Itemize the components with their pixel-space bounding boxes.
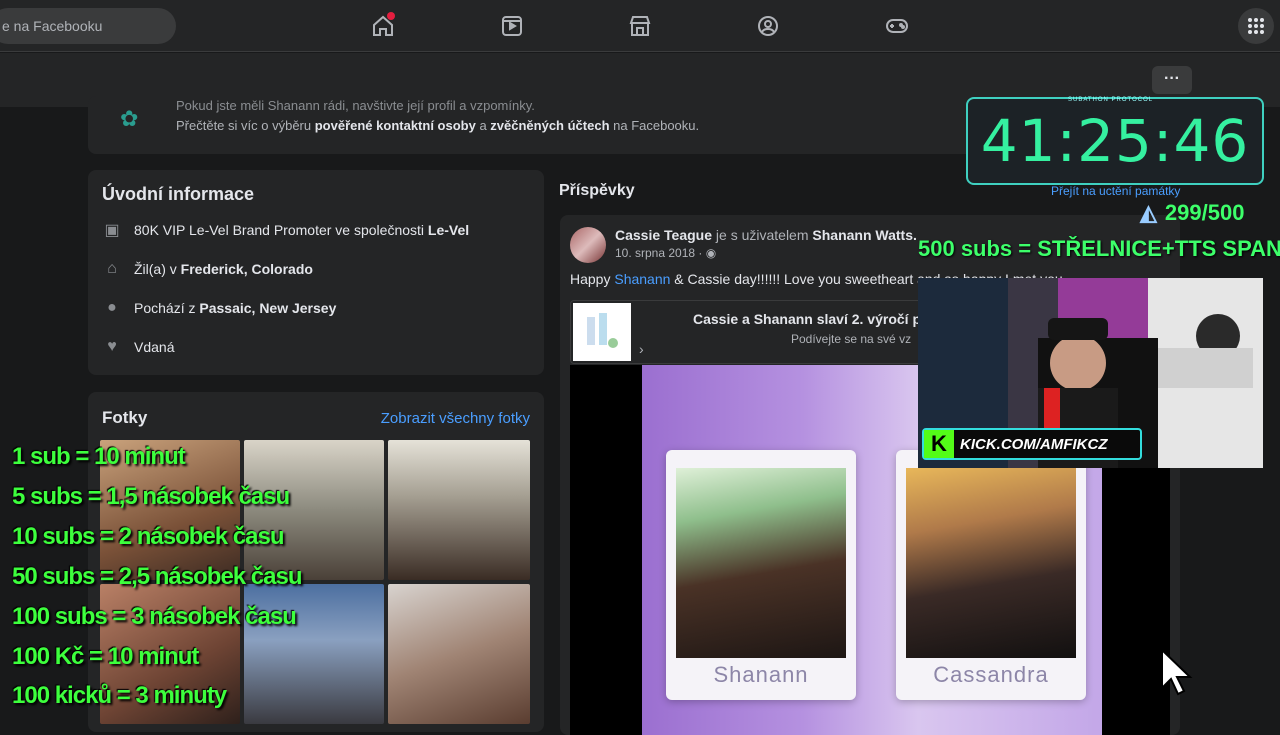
hometown-link[interactable]: Passaic, New Jersey bbox=[199, 300, 336, 316]
location-pin-icon: ● bbox=[107, 299, 117, 316]
rule-line: 10 subs = 2 násobek času bbox=[12, 523, 284, 550]
shark-icon: ◭ bbox=[1140, 200, 1157, 225]
photo-frame-left: Shanann bbox=[666, 450, 856, 700]
kick-url: KICK.COM/AMFIKCZ bbox=[960, 435, 1108, 453]
notification-dot bbox=[387, 12, 395, 20]
memorial-link[interactable]: Přejít na uctění památky bbox=[1051, 184, 1180, 198]
employer-link[interactable]: Le-Vel bbox=[428, 222, 469, 238]
globe-icon: ◉ bbox=[705, 246, 717, 260]
frame-photo bbox=[676, 468, 846, 658]
avatar[interactable] bbox=[570, 227, 606, 263]
shared-thumbnail bbox=[573, 303, 631, 361]
rule-line: 5 subs = 1,5 násobek času bbox=[12, 483, 290, 510]
search-input[interactable]: e na Facebooku bbox=[0, 8, 176, 44]
kick-logo-icon: K bbox=[924, 430, 954, 458]
kick-banner: K KICK.COM/AMFIKCZ bbox=[922, 428, 1142, 460]
rule-line: 50 subs = 2,5 násobek času bbox=[12, 563, 303, 590]
groups-icon[interactable] bbox=[752, 10, 784, 42]
posts-title: Příspěvky bbox=[559, 182, 635, 199]
home-icon: ⌂ bbox=[107, 260, 117, 277]
chevron-right-icon[interactable]: › bbox=[639, 341, 644, 357]
frame-name-left: Shanann bbox=[713, 662, 809, 687]
photo-thumb[interactable] bbox=[388, 440, 530, 580]
post-author-link[interactable]: Cassie Teague bbox=[615, 227, 712, 243]
gaming-icon[interactable] bbox=[881, 10, 913, 42]
top-navigation-bar: e na Facebooku bbox=[0, 0, 1280, 52]
intro-title: Úvodní informace bbox=[102, 184, 255, 204]
post-date[interactable]: 10. srpna 2018 · ◉ bbox=[615, 246, 716, 260]
briefcase-icon: ▣ bbox=[104, 222, 120, 239]
intro-card: Úvodní informace ▣ 80K VIP Le-Vel Brand … bbox=[88, 170, 544, 375]
intro-item-from: ● Pochází z Passaic, New Jersey bbox=[102, 298, 336, 318]
tagged-user-link[interactable]: Shanann Watts. bbox=[812, 227, 917, 243]
see-all-photos-link[interactable]: Zobrazit všechny fotky bbox=[381, 410, 530, 427]
heart-icon: ♥ bbox=[107, 338, 117, 355]
memorial-leaf-icon: ✿ bbox=[120, 106, 139, 131]
rule-line: 100 kicků = 3 minuty bbox=[12, 682, 227, 709]
city-link[interactable]: Frederick, Colorado bbox=[181, 261, 313, 277]
sub-counter: ◭ 299/500 bbox=[1140, 200, 1245, 225]
subathon-timer: SUBATHON PROTOCOL 41:25:46 bbox=[966, 97, 1264, 185]
memorialized-link[interactable]: zvěčněných účtech bbox=[490, 118, 609, 133]
mouse-cursor-icon bbox=[1160, 647, 1196, 701]
frame-name-right: Cassandra bbox=[933, 662, 1049, 687]
memorial-text-1: Pokud jste měli Shanann rádi, navštivte … bbox=[176, 98, 535, 113]
mention-link[interactable]: Shanann bbox=[614, 271, 670, 287]
rule-line: 1 sub = 10 minut bbox=[12, 443, 186, 470]
memorial-text-2: Přečtěte si víc o výběru pověřené kontak… bbox=[176, 118, 700, 133]
photo-frame-right: Cassandra bbox=[896, 450, 1086, 700]
rule-line: 100 subs = 3 násobek času bbox=[12, 603, 297, 630]
frame-photo bbox=[906, 468, 1076, 658]
intro-item-lived: ⌂ Žil(a) v Frederick, Colorado bbox=[102, 259, 313, 279]
photo-thumb[interactable] bbox=[388, 584, 530, 724]
home-icon[interactable] bbox=[367, 10, 399, 42]
timer-header: SUBATHON PROTOCOL bbox=[1068, 97, 1154, 103]
menu-grid-icon[interactable] bbox=[1238, 8, 1274, 44]
contact-link[interactable]: pověřené kontaktní osoby bbox=[315, 118, 476, 133]
photos-title: Fotky bbox=[102, 408, 148, 427]
shared-subtitle: Podívejte se na své vz bbox=[791, 332, 912, 346]
rule-line: 100 Kč = 10 minut bbox=[12, 643, 199, 670]
more-options-button[interactable]: ··· bbox=[1152, 66, 1192, 94]
timer-value: 41:25:46 bbox=[980, 107, 1250, 175]
post-author-line: Cassie Teague je s uživatelem Shanann Wa… bbox=[615, 227, 917, 243]
intro-item-relationship: ♥ Vdaná bbox=[102, 337, 174, 357]
video-icon[interactable] bbox=[496, 10, 528, 42]
shared-title: Cassie a Shanann slaví 2. výročí př bbox=[693, 311, 927, 327]
marketplace-icon[interactable] bbox=[624, 10, 656, 42]
intro-item-work: ▣ 80K VIP Le-Vel Brand Promoter ve spole… bbox=[102, 220, 469, 240]
sub-goal: 500 subs = STŘELNICE+TTS SPANÍ bbox=[918, 236, 1280, 261]
